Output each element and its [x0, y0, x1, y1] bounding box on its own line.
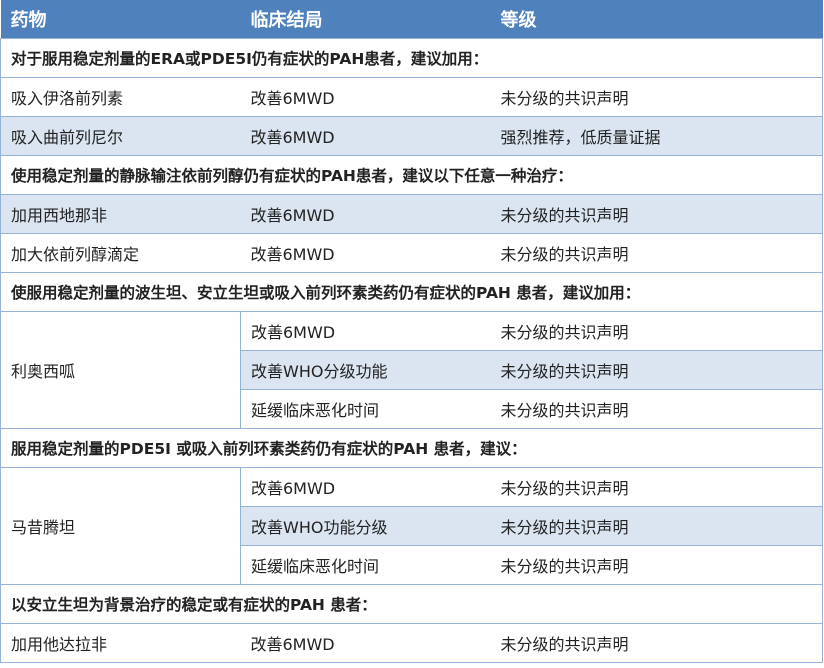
outcome-cell: 改善6MWD — [240, 623, 491, 663]
outcome-cell: 改善6MWD — [240, 467, 491, 507]
section-header: 使服用稳定剂量的波生坦、安立生坦或吸入前列环素类药仍有症状的PAH 患者，建议加… — [0, 272, 823, 312]
table-row: 加大依前列醇滴定 改善6MWD 未分级的共识声明 — [0, 233, 823, 273]
drug-cell: 吸入曲前列尼尔 — [0, 116, 241, 156]
outcome-cell: 延缓临床恶化时间 — [240, 545, 491, 585]
drug-cell: 加大依前列醇滴定 — [0, 233, 241, 273]
drug-cell-merged: 马昔腾坦 — [0, 467, 241, 585]
outcome-cell: 改善WHO功能分级 — [240, 506, 491, 546]
header-drug: 药物 — [0, 0, 241, 39]
header-outcome: 临床结局 — [240, 0, 491, 39]
grade-cell: 强烈推荐，低质量证据 — [490, 116, 823, 156]
outcome-cell: 改善6MWD — [240, 233, 491, 273]
section-title: 服用稳定剂量的PDE5I 或吸入前列环素类药仍有症状的PAH 患者，建议： — [0, 428, 823, 468]
section-title: 以安立生坦为背景治疗的稳定或有症状的PAH 患者： — [0, 584, 823, 624]
drug-cell: 加用他达拉非 — [0, 623, 241, 663]
grade-cell: 未分级的共识声明 — [490, 467, 823, 507]
grade-cell: 未分级的共识声明 — [490, 623, 823, 663]
section-header: 对于服用稳定剂量的ERA或PDE5I仍有症状的PAH患者，建议加用： — [0, 38, 823, 78]
recommendation-table: 药物 临床结局 等级 对于服用稳定剂量的ERA或PDE5I仍有症状的PAH患者，… — [0, 0, 823, 663]
grade-cell: 未分级的共识声明 — [490, 389, 823, 429]
drug-cell-merged: 利奥西呱 — [0, 311, 241, 429]
table-row: 利奥西呱 改善6MWD 未分级的共识声明 — [0, 311, 823, 429]
table-row: 吸入伊洛前列素 改善6MWD 未分级的共识声明 — [0, 77, 823, 117]
grade-cell: 未分级的共识声明 — [490, 545, 823, 585]
section-title: 使服用稳定剂量的波生坦、安立生坦或吸入前列环素类药仍有症状的PAH 患者，建议加… — [0, 272, 823, 312]
table-row: 加用他达拉非 改善6MWD 未分级的共识声明 — [0, 623, 823, 663]
table-row: 吸入曲前列尼尔 改善6MWD 强烈推荐，低质量证据 — [0, 116, 823, 156]
grade-cell: 未分级的共识声明 — [490, 311, 823, 351]
outcome-cell: 改善6MWD — [240, 77, 491, 117]
table-row: 加用西地那非 改善6MWD 未分级的共识声明 — [0, 194, 823, 234]
grade-cell: 未分级的共识声明 — [490, 77, 823, 117]
drug-cell: 吸入伊洛前列素 — [0, 77, 241, 117]
drug-cell: 加用西地那非 — [0, 194, 241, 234]
section-title: 对于服用稳定剂量的ERA或PDE5I仍有症状的PAH患者，建议加用： — [0, 38, 823, 78]
outcome-cell: 改善WHO分级功能 — [240, 350, 491, 390]
grade-cell: 未分级的共识声明 — [490, 194, 823, 234]
header-grade: 等级 — [490, 0, 823, 39]
section-title: 使用稳定剂量的静脉输注依前列醇仍有症状的PAH患者，建议以下任意一种治疗： — [0, 155, 823, 195]
grade-cell: 未分级的共识声明 — [490, 350, 823, 390]
section-header: 服用稳定剂量的PDE5I 或吸入前列环素类药仍有症状的PAH 患者，建议： — [0, 428, 823, 468]
section-header: 使用稳定剂量的静脉输注依前列醇仍有症状的PAH患者，建议以下任意一种治疗： — [0, 155, 823, 195]
outcome-cell: 改善6MWD — [240, 116, 491, 156]
outcome-cell: 延缓临床恶化时间 — [240, 389, 491, 429]
outcome-cell: 改善6MWD — [240, 311, 491, 351]
grade-cell: 未分级的共识声明 — [490, 233, 823, 273]
table-header-row: 药物 临床结局 等级 — [0, 0, 823, 39]
grade-cell: 未分级的共识声明 — [490, 506, 823, 546]
section-header: 以安立生坦为背景治疗的稳定或有症状的PAH 患者： — [0, 584, 823, 624]
outcome-cell: 改善6MWD — [240, 194, 491, 234]
table-row: 马昔腾坦 改善6MWD 未分级的共识声明 — [0, 467, 823, 585]
